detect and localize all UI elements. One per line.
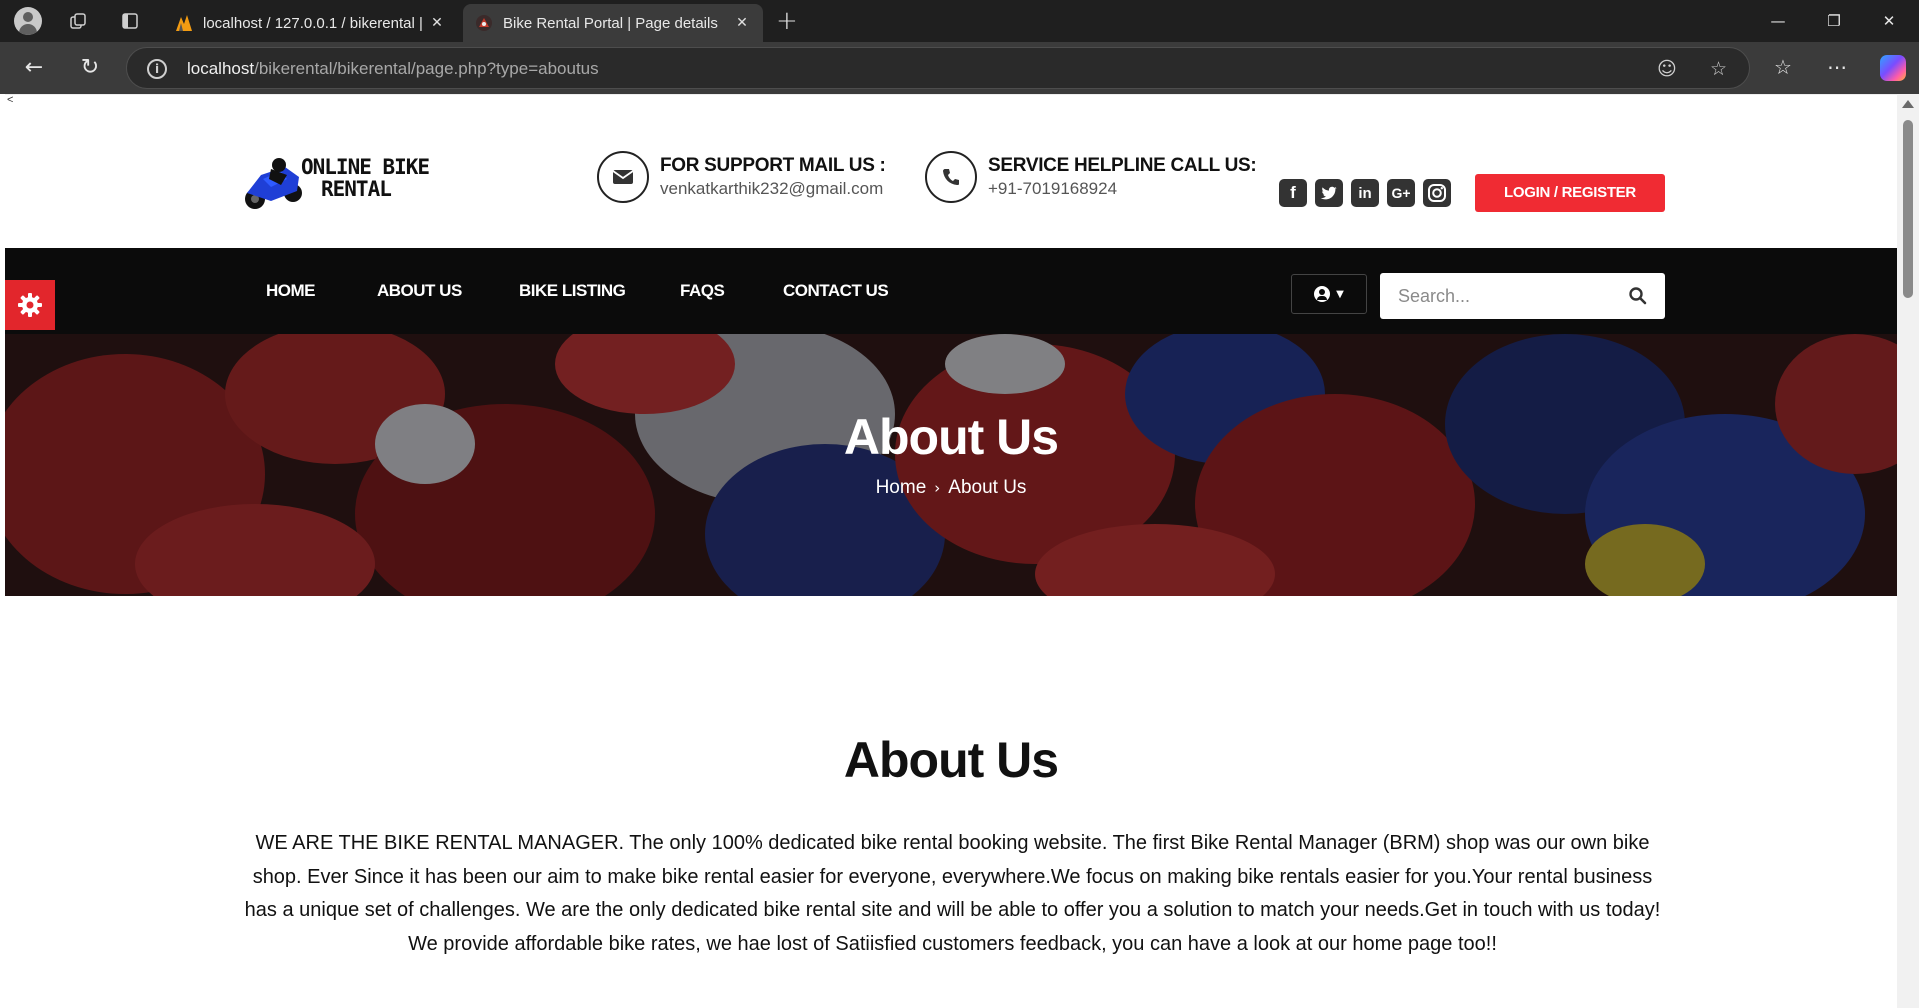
chevron-down-icon: ▼	[1336, 288, 1344, 300]
restore-icon[interactable]: ❐	[1819, 8, 1849, 34]
site-logo[interactable]: ONLINE BIKE RENTAL	[241, 153, 441, 213]
tab-bike-rental[interactable]: Bike Rental Portal | Page details ✕	[463, 4, 763, 42]
more-menu-icon[interactable]: ⋯	[1827, 55, 1847, 79]
instagram-icon[interactable]	[1423, 179, 1451, 207]
nav-about-us[interactable]: ABOUT US	[377, 281, 462, 301]
nav-faqs[interactable]: FAQS	[680, 281, 725, 301]
favorite-star-icon[interactable]: ☆	[1710, 58, 1727, 80]
address-bar[interactable]: i localhost/bikerental/bikerental/page.p…	[126, 47, 1750, 89]
about-paragraph: WE ARE THE BIKE RENTAL MANAGER. The only…	[244, 832, 1661, 955]
tab-title: Bike Rental Portal | Page details	[503, 14, 718, 32]
logo-line-2: RENTAL	[321, 177, 392, 201]
search-box	[1380, 273, 1665, 319]
tab-phpmyadmin[interactable]: localhost / 127.0.0.1 / bikerental | ✕	[163, 4, 458, 42]
page-viewport: < ONLINE BIKE RENTAL FOR SUPPORT MAIL US…	[5, 94, 1897, 1008]
copilot-icon[interactable]	[1880, 55, 1906, 81]
minimize-icon[interactable]: —	[1763, 8, 1793, 34]
close-tab-icon[interactable]: ✕	[428, 15, 446, 31]
login-register-button[interactable]: LOGIN / REGISTER	[1475, 174, 1665, 212]
scrollbar-thumb[interactable]	[1903, 120, 1913, 298]
site-info-icon[interactable]: i	[147, 59, 167, 79]
support-label: FOR SUPPORT MAIL US :	[660, 155, 886, 176]
page-scrollbar[interactable]	[1897, 94, 1919, 1008]
browser-toolbar: ← ↻ i localhost/bikerental/bikerental/pa…	[0, 42, 1919, 94]
bike-favicon-icon	[476, 15, 492, 31]
helpline-label: SERVICE HELPLINE CALL US:	[988, 155, 1257, 176]
breadcrumb: Home › About Us	[5, 477, 1897, 499]
tab-title: localhost / 127.0.0.1 / bikerental |	[203, 14, 423, 32]
reload-icon[interactable]: ↻	[76, 54, 104, 82]
browser-tab-bar: localhost / 127.0.0.1 / bikerental | ✕ B…	[0, 0, 1919, 42]
search-input[interactable]	[1380, 273, 1620, 319]
close-tab-icon[interactable]: ✕	[733, 15, 751, 31]
reading-mode-icon[interactable]: ☺	[1657, 58, 1677, 80]
twitter-icon[interactable]	[1315, 179, 1343, 207]
back-icon[interactable]: ←	[20, 54, 48, 82]
linkedin-icon[interactable]: in	[1351, 179, 1379, 207]
logo-line-1: ONLINE BIKE	[301, 155, 430, 179]
about-heading: About Us	[843, 732, 1059, 788]
gear-icon	[18, 293, 42, 317]
profile-avatar-icon[interactable]	[14, 7, 42, 35]
phpmyadmin-favicon-icon	[176, 15, 192, 31]
close-window-icon[interactable]: ✕	[1874, 8, 1904, 34]
google-plus-icon[interactable]: G+	[1387, 179, 1415, 207]
support-email[interactable]: venkatkarthik232@gmail.com	[660, 179, 883, 199]
nav-contact-us[interactable]: CONTACT US	[783, 281, 889, 301]
user-circle-icon	[1314, 286, 1331, 302]
breadcrumb-home[interactable]: Home	[876, 477, 927, 498]
page-hero-banner: About Us Home › About Us	[5, 334, 1897, 596]
hero-title: About Us	[843, 409, 1059, 465]
search-icon[interactable]	[1628, 286, 1648, 306]
new-tab-icon[interactable]: +	[776, 6, 798, 36]
envelope-icon	[597, 151, 649, 203]
facebook-icon[interactable]: f	[1279, 179, 1307, 207]
helpline-number[interactable]: +91-7019168924	[988, 179, 1117, 199]
tab-actions-icon[interactable]	[118, 9, 142, 33]
chevron-right-icon: ›	[934, 479, 941, 497]
favorites-icon[interactable]: ☆	[1774, 55, 1792, 79]
workspaces-icon[interactable]	[66, 9, 90, 33]
nav-home[interactable]: HOME	[266, 281, 316, 301]
main-navbar: HOME ABOUT US BIKE LISTING FAQS CONTACT …	[5, 248, 1897, 334]
user-menu-dropdown[interactable]: ▼	[1291, 274, 1367, 314]
url-text[interactable]: localhost/bikerental/bikerental/page.php…	[187, 59, 599, 79]
phone-icon	[925, 151, 977, 203]
nav-bike-listing[interactable]: BIKE LISTING	[519, 281, 626, 301]
settings-gear-button[interactable]	[5, 280, 55, 330]
breadcrumb-current: About Us	[948, 477, 1027, 498]
scroll-up-arrow-icon[interactable]	[1902, 100, 1914, 108]
site-header: ONLINE BIKE RENTAL FOR SUPPORT MAIL US :…	[5, 94, 1897, 248]
